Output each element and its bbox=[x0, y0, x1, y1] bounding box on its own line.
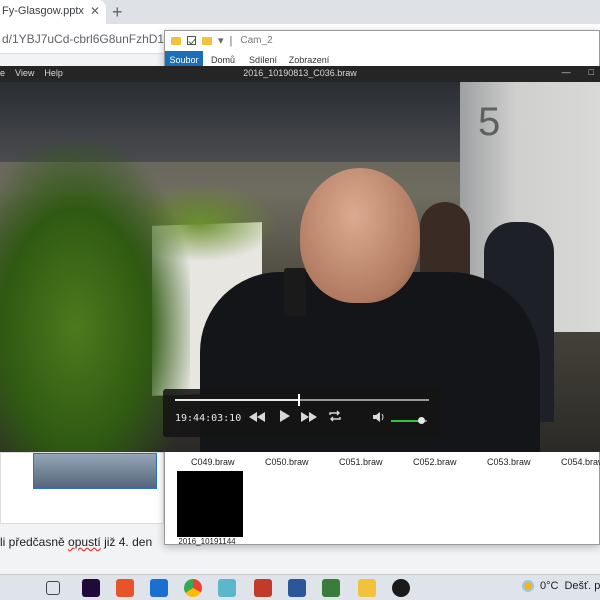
speaker-notes[interactable]: li předčasně opustí již 4. den bbox=[0, 535, 152, 549]
minimize-button[interactable]: — bbox=[562, 67, 571, 77]
video-plant bbox=[0, 142, 190, 452]
explorer-titlebar: ▾ | Cam_2 bbox=[165, 31, 599, 51]
slide-thumbnail[interactable] bbox=[33, 453, 157, 489]
play-icon bbox=[280, 410, 290, 422]
player-titlebar: e View Help 2016_10190813_C036.braw — □ bbox=[0, 66, 600, 82]
video-pillar-number: 5 bbox=[478, 100, 501, 144]
browser-tab-title: Fy-Glasgow.pptx - Goo bbox=[2, 5, 86, 17]
volume-slider-fill bbox=[391, 420, 421, 422]
volume-slider[interactable] bbox=[391, 417, 427, 424]
davinci-resolve-icon[interactable] bbox=[254, 579, 272, 597]
loop-icon bbox=[329, 410, 341, 422]
premiere-pro-icon[interactable] bbox=[82, 579, 100, 597]
app-icon[interactable] bbox=[322, 579, 340, 597]
loop-button[interactable] bbox=[325, 409, 345, 427]
player-title: 2016_10190813_C036.braw bbox=[243, 68, 357, 78]
notes-misspelled-word: opustí bbox=[68, 535, 101, 549]
mail-icon[interactable] bbox=[150, 579, 168, 597]
properties-icon[interactable] bbox=[187, 36, 196, 45]
word-icon[interactable] bbox=[288, 579, 306, 597]
title-separator: | bbox=[229, 34, 233, 47]
file-item[interactable]: C052.braw bbox=[413, 457, 457, 467]
taskbar: 0°C Dešť. př bbox=[0, 574, 600, 600]
video-person-head bbox=[300, 168, 420, 303]
file-explorer-icon[interactable] bbox=[358, 579, 376, 597]
rewind-button[interactable] bbox=[247, 409, 267, 427]
seek-handle[interactable] bbox=[298, 394, 301, 406]
new-folder-icon[interactable] bbox=[202, 36, 212, 45]
url-text[interactable]: d/1YBJ7uCd-cbrl6G8unFzhD1Le0hYjp0 bbox=[2, 32, 164, 46]
browser-tab[interactable]: Fy-Glasgow.pptx - Goo ✕ bbox=[0, 0, 106, 24]
seek-bar-fill bbox=[175, 399, 300, 401]
rewind-icon bbox=[249, 412, 265, 422]
file-item[interactable]: C049.braw bbox=[191, 457, 235, 467]
maximize-button[interactable]: □ bbox=[589, 67, 594, 77]
weather-widget[interactable]: 0°C Dešť. př bbox=[522, 580, 600, 592]
weather-temp: 0°C bbox=[540, 580, 559, 592]
media-player-icon[interactable] bbox=[392, 579, 410, 597]
file-thumbnail[interactable] bbox=[177, 471, 243, 537]
timecode: 19:44:03:10 bbox=[175, 413, 242, 424]
media-player-window: e View Help 2016_10190813_C036.braw — □ … bbox=[0, 66, 600, 452]
weather-icon bbox=[522, 580, 534, 592]
task-view-icon[interactable] bbox=[46, 581, 60, 595]
file-item[interactable]: C054.braw bbox=[561, 457, 600, 467]
notes-text-before: li předčasně bbox=[0, 535, 69, 549]
player-window-buttons: — □ bbox=[562, 67, 594, 77]
fast-forward-button[interactable] bbox=[299, 409, 319, 427]
speaker-icon bbox=[373, 412, 384, 422]
volume-slider-handle[interactable] bbox=[417, 417, 425, 424]
close-icon[interactable]: ✕ bbox=[90, 4, 100, 18]
video-radio bbox=[284, 268, 306, 316]
weather-text: Dešť. př bbox=[564, 580, 600, 592]
file-item[interactable]: C053.braw bbox=[487, 457, 531, 467]
seek-bar[interactable] bbox=[175, 394, 429, 406]
file-item[interactable]: C051.braw bbox=[339, 457, 383, 467]
explorer-quick-access: ▾ | Cam_2 bbox=[171, 34, 273, 47]
playback-controls: 19:44:03:10 bbox=[163, 389, 441, 437]
explorer-title: Cam_2 bbox=[240, 35, 273, 46]
chevron-down-icon[interactable]: ▾ bbox=[218, 34, 224, 47]
new-tab-button[interactable]: + bbox=[112, 2, 123, 22]
file-item[interactable]: C050.braw bbox=[265, 457, 309, 467]
folder-icon bbox=[171, 36, 181, 45]
office-icon[interactable] bbox=[116, 579, 134, 597]
browser-tabstrip: Fy-Glasgow.pptx - Goo ✕ + bbox=[0, 0, 600, 24]
play-button[interactable] bbox=[275, 409, 295, 427]
app-icon[interactable] bbox=[218, 579, 236, 597]
fast-forward-icon bbox=[301, 412, 317, 422]
slide-thumbnail-panel bbox=[0, 452, 164, 524]
file-thumbnail-label[interactable]: 2016_10191144 bbox=[169, 537, 245, 546]
volume-button[interactable] bbox=[369, 409, 389, 427]
notes-text-after: již 4. den bbox=[100, 535, 153, 549]
desktop: Fy-Glasgow.pptx - Goo ✕ + d/1YBJ7uCd-cbr… bbox=[0, 0, 600, 600]
chrome-icon[interactable] bbox=[184, 579, 202, 597]
